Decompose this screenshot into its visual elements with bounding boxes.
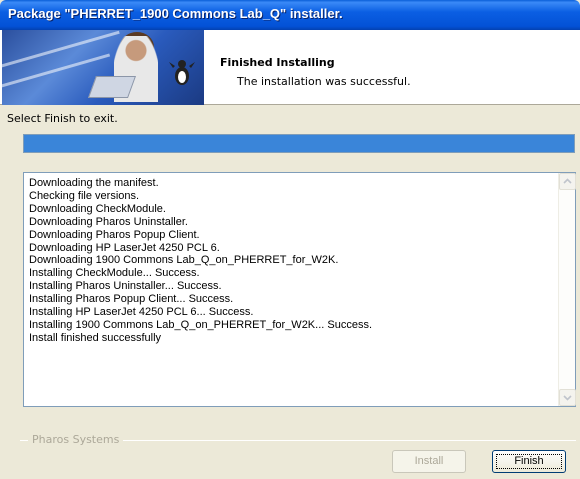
log-line: Installing Pharos Uninstaller... Success… xyxy=(29,280,222,293)
focus-ring xyxy=(496,454,562,469)
log-line: Downloading 1900 Commons Lab_Q_on_PHERRE… xyxy=(29,254,339,267)
header-title: Finished Installing xyxy=(220,56,335,69)
chevron-up-icon xyxy=(563,178,572,184)
log-line: Installing CheckModule... Success. xyxy=(29,267,200,280)
title-bar[interactable]: Package "PHERRET_1900 Commons Lab_Q" ins… xyxy=(0,0,580,30)
mascot-icon xyxy=(169,60,195,85)
log-line: Install finished successfully xyxy=(29,331,162,344)
window-title: Package "PHERRET_1900 Commons Lab_Q" ins… xyxy=(8,6,343,21)
installer-window: Package "PHERRET_1900 Commons Lab_Q" ins… xyxy=(0,0,580,479)
log-line: Downloading Pharos Uninstaller. xyxy=(29,215,188,228)
scroll-up-button[interactable] xyxy=(559,173,576,190)
header-subtitle: The installation was successful. xyxy=(237,75,411,88)
chevron-down-icon xyxy=(563,395,572,401)
log-line: Downloading HP LaserJet 4250 PCL 6. xyxy=(29,241,220,254)
scroll-down-button[interactable] xyxy=(559,389,576,406)
vendor-label: Pharos Systems xyxy=(28,433,124,446)
log-line: Installing HP LaserJet 4250 PCL 6... Suc… xyxy=(29,306,254,319)
log-line: Installing Pharos Popup Client... Succes… xyxy=(29,293,234,306)
progress-fill xyxy=(24,135,574,152)
log-line: Downloading the manifest. xyxy=(29,177,159,189)
log-line: Downloading Pharos Popup Client. xyxy=(29,228,200,241)
finish-button[interactable]: Finish xyxy=(492,450,566,473)
header-banner: Finished Installing The installation was… xyxy=(0,30,580,105)
log-line: Downloading CheckModule. xyxy=(29,202,166,215)
log-scrollbar[interactable] xyxy=(558,173,576,406)
log-line: Checking file versions. xyxy=(29,189,140,202)
log-line: Installing 1900 Commons Lab_Q_on_PHERRET… xyxy=(29,318,372,331)
install-button[interactable]: Install xyxy=(392,450,466,473)
progress-bar xyxy=(23,134,575,153)
log-text: Downloading the manifest. Checking file v… xyxy=(29,177,372,345)
instruction-text: Select Finish to exit. xyxy=(7,112,118,125)
install-log[interactable]: Downloading the manifest. Checking file v… xyxy=(23,172,576,407)
